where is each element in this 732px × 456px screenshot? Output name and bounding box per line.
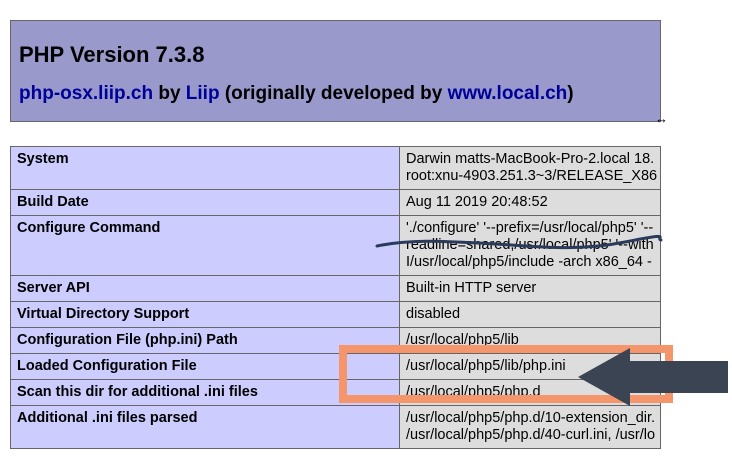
row-value: './configure' '--prefix=/usr/local/php5'…: [399, 215, 661, 276]
table-row: Virtual Directory Support disabled: [10, 301, 661, 328]
table-row: Configuration File (php.ini) Path/usr/lo…: [10, 327, 661, 354]
row-value: Built-in HTTP server: [399, 275, 661, 302]
php-osx-link[interactable]: php-osx.liip.ch: [19, 83, 153, 104]
table-row: System Darwin matts-MacBook-Pro-2.local 1…: [10, 146, 661, 190]
row-value-line: Aug 11 2019 20:48:52: [406, 194, 548, 210]
row-label: Additional .ini files parsed: [10, 405, 400, 449]
row-value: /usr/local/php5/php.d/10-extension_dir. /…: [399, 405, 661, 449]
subtitle-end-text: ): [567, 83, 574, 104]
row-label: Scan this dir for additional .ini files: [10, 379, 400, 406]
local-ch-link[interactable]: www.local.ch: [448, 83, 568, 104]
row-value: /usr/local/php5/php.d: [399, 379, 661, 406]
row-value-line: Built-in HTTP server: [406, 280, 537, 296]
php-info-header: PHP Version 7.3.8 php-osx.liip.ch by Lii…: [10, 20, 661, 122]
table-row: Server API Built-in HTTP server: [10, 275, 661, 302]
table-row: Build Date Aug 11 2019 20:48:52: [10, 189, 661, 216]
row-value: Aug 11 2019 20:48:52: [399, 189, 661, 216]
table-row: Configure Command './configure' '--prefix…: [10, 215, 661, 276]
row-value: disabled: [399, 301, 661, 328]
row-value-line: I/usr/local/php5/include -arch x86_64 -: [406, 254, 652, 270]
php-info-table: System Darwin matts-MacBook-Pro-2.local 1…: [10, 146, 661, 449]
row-value: /usr/local/php5/lib/php.ini: [399, 353, 661, 380]
row-value-line: readline=shared,/usr/local/php5' '--with: [406, 237, 654, 253]
row-value-line: Darwin matts-MacBook-Pro-2.local 18.: [406, 151, 655, 167]
row-value-line: './configure' '--prefix=/usr/local/php5'…: [406, 220, 654, 236]
row-label: Virtual Directory Support: [10, 301, 400, 328]
row-label: Configuration File (php.ini) Path: [10, 327, 400, 354]
row-value-line: /usr/local/php5/php.d/10-extension_dir.: [406, 410, 656, 426]
table-row: Loaded Configuration File/usr/local/php5…: [10, 353, 661, 380]
resize-cursor-icon: ↔: [655, 111, 668, 126]
row-label: System: [10, 146, 400, 190]
table-row: Scan this dir for additional .ini files /…: [10, 379, 661, 406]
row-value-line: /usr/local/php5/php.d: [406, 384, 541, 400]
liip-link[interactable]: Liip: [186, 83, 220, 104]
row-value-line: /usr/local/php5/lib: [406, 332, 519, 348]
row-label: Server API: [10, 275, 400, 302]
row-value: /usr/local/php5/lib: [399, 327, 661, 354]
row-label: Loaded Configuration File: [10, 353, 400, 380]
subtitle-by-text: by: [153, 83, 186, 104]
subtitle-middle-text: (originally developed by: [219, 83, 448, 104]
row-label: Build Date: [10, 189, 400, 216]
row-value: Darwin matts-MacBook-Pro-2.local 18. root…: [399, 146, 661, 190]
table-row: Additional .ini files parsed/usr/local/p…: [10, 405, 661, 449]
row-value-line: disabled: [406, 306, 461, 322]
row-value-line: root:xnu-4903.251.3~3/RELEASE_X86: [406, 168, 658, 184]
row-label: Configure Command: [10, 215, 400, 276]
php-subtitle: php-osx.liip.ch by Liip (originally deve…: [19, 83, 574, 105]
row-value-line: /usr/local/php5/php.d/40-curl.ini, /usr/…: [406, 427, 656, 443]
row-value-line: /usr/local/php5/lib/php.ini: [406, 358, 566, 374]
page-title: PHP Version 7.3.8: [19, 42, 205, 67]
